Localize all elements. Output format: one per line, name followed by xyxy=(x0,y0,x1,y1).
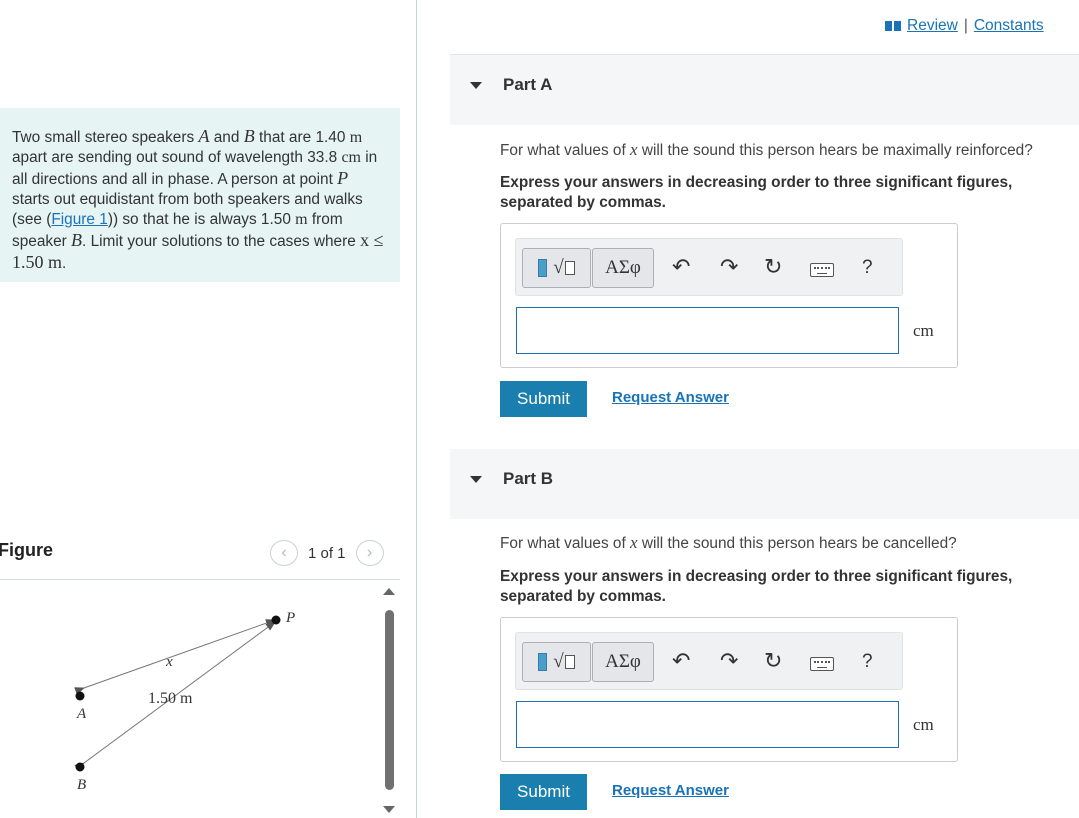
help-button[interactable]: ? xyxy=(862,257,873,279)
templates-button[interactable]: √ xyxy=(522,248,591,288)
math-toolbar: √ ΑΣφ ↶ ↷ ↻ ? xyxy=(515,238,903,296)
var-x: x xyxy=(630,533,638,552)
unit-label: cm xyxy=(913,715,934,734)
math-toolbar: √ ΑΣφ ↶ ↷ ↻ ? xyxy=(515,632,903,690)
intro-text: . xyxy=(62,255,67,272)
figure-pager: ‹ 1 of 1 › xyxy=(270,540,384,566)
greek-symbols-button[interactable]: ΑΣφ xyxy=(592,642,654,682)
instruction-text: Express your answers in decreasing order… xyxy=(500,174,1013,211)
question-part: will the sound this person hears be maxi… xyxy=(637,142,1033,159)
unit-cm: cm xyxy=(341,149,361,166)
question-part: For what values of xyxy=(500,142,631,159)
book-icon xyxy=(885,21,901,31)
keyboard-icon[interactable] xyxy=(810,263,834,277)
collapse-triangle-icon[interactable] xyxy=(470,476,482,483)
distance-x-line xyxy=(74,619,276,695)
chevron-right-icon[interactable]: › xyxy=(355,540,384,566)
chevron-left-icon[interactable]: ‹ xyxy=(270,540,298,566)
figure-title: Figure xyxy=(0,540,54,560)
speaker-a-dot xyxy=(75,691,85,701)
review-link[interactable]: Review xyxy=(907,17,958,35)
collapse-triangle-icon[interactable] xyxy=(470,82,482,89)
scroll-up-arrow[interactable] xyxy=(383,588,395,595)
intro-text: )) so that he is always 1.50 xyxy=(107,211,291,228)
sqrt-icon: √ xyxy=(553,651,575,673)
part-b-header[interactable]: Part B xyxy=(450,449,1079,519)
label-distance: 1.50 m xyxy=(148,690,193,707)
reset-icon[interactable]: ↻ xyxy=(764,256,782,278)
answer-input[interactable] xyxy=(516,307,899,354)
template-block-icon xyxy=(538,259,548,277)
submit-button[interactable]: Submit xyxy=(500,774,587,810)
part-title: Part A xyxy=(503,75,553,94)
keyboard-icon[interactable] xyxy=(810,657,834,671)
figure-link[interactable]: Figure 1 xyxy=(51,211,107,228)
scrollbar-thumb[interactable] xyxy=(385,610,394,790)
request-answer-link[interactable]: Request Answer xyxy=(612,782,729,799)
request-answer-link[interactable]: Request Answer xyxy=(612,389,729,406)
var-p: P xyxy=(337,168,349,188)
label-b: B xyxy=(77,777,86,793)
divider xyxy=(0,579,400,580)
intro-text: that are 1.40 xyxy=(254,129,346,146)
left-pane: Two small stereo speakers A and B that a… xyxy=(0,0,417,818)
reset-icon[interactable]: ↻ xyxy=(764,650,782,672)
intro-text: and xyxy=(209,129,244,146)
sqrt-icon: √ xyxy=(553,257,575,279)
label-a: A xyxy=(76,706,87,722)
unit-m: m xyxy=(295,211,308,228)
answer-box: √ ΑΣφ ↶ ↷ ↻ ? cm xyxy=(500,223,958,368)
undo-icon[interactable]: ↶ xyxy=(672,650,690,672)
constants-link[interactable]: Constants xyxy=(974,17,1044,35)
resource-links: Review | Constants xyxy=(885,17,1044,35)
unit-label: cm xyxy=(913,321,934,340)
greek-symbols-button[interactable]: ΑΣφ xyxy=(592,248,654,288)
var-a: A xyxy=(198,126,210,146)
label-x: x xyxy=(165,654,173,670)
part-title: Part B xyxy=(503,469,554,488)
scroll-down-arrow[interactable] xyxy=(383,806,395,813)
intro-text: Two small stereo speakers xyxy=(12,129,199,146)
template-block-icon xyxy=(538,653,548,671)
answer-input[interactable] xyxy=(516,701,899,748)
submit-button[interactable]: Submit xyxy=(500,381,587,417)
intro-text: . Limit your solutions to the cases wher… xyxy=(82,233,361,250)
figure-diagram: P A B x 1.50 m xyxy=(74,610,295,793)
help-button[interactable]: ? xyxy=(862,651,873,673)
question-part: will the sound this person hears be canc… xyxy=(637,535,957,552)
part-a-header[interactable]: Part A xyxy=(450,55,1079,125)
redo-icon[interactable]: ↷ xyxy=(720,650,738,672)
var-b: B xyxy=(71,230,83,250)
intro-text: apart are sending out sound of wavelengt… xyxy=(12,149,338,166)
var-b: B xyxy=(243,126,255,146)
answer-box: √ ΑΣφ ↶ ↷ ↻ ? cm xyxy=(500,617,958,762)
point-p-dot xyxy=(271,615,281,625)
undo-icon[interactable]: ↶ xyxy=(672,256,690,278)
unit-m: m xyxy=(349,129,363,146)
question-text: For what values of x will the sound this… xyxy=(500,533,957,553)
speaker-b-dot xyxy=(75,762,85,772)
redo-icon[interactable]: ↷ xyxy=(720,256,738,278)
templates-button[interactable]: √ xyxy=(522,642,591,682)
separator: | xyxy=(963,17,968,34)
problem-statement: Two small stereo speakers A and B that a… xyxy=(0,108,400,282)
pager-label: 1 of 1 xyxy=(308,544,346,562)
question-part: For what values of xyxy=(500,535,631,552)
question-text: For what values of x will the sound this… xyxy=(500,140,1033,160)
label-p: P xyxy=(285,610,295,626)
var-x: x xyxy=(630,140,638,159)
instruction-text: Express your answers in decreasing order… xyxy=(500,568,1013,605)
